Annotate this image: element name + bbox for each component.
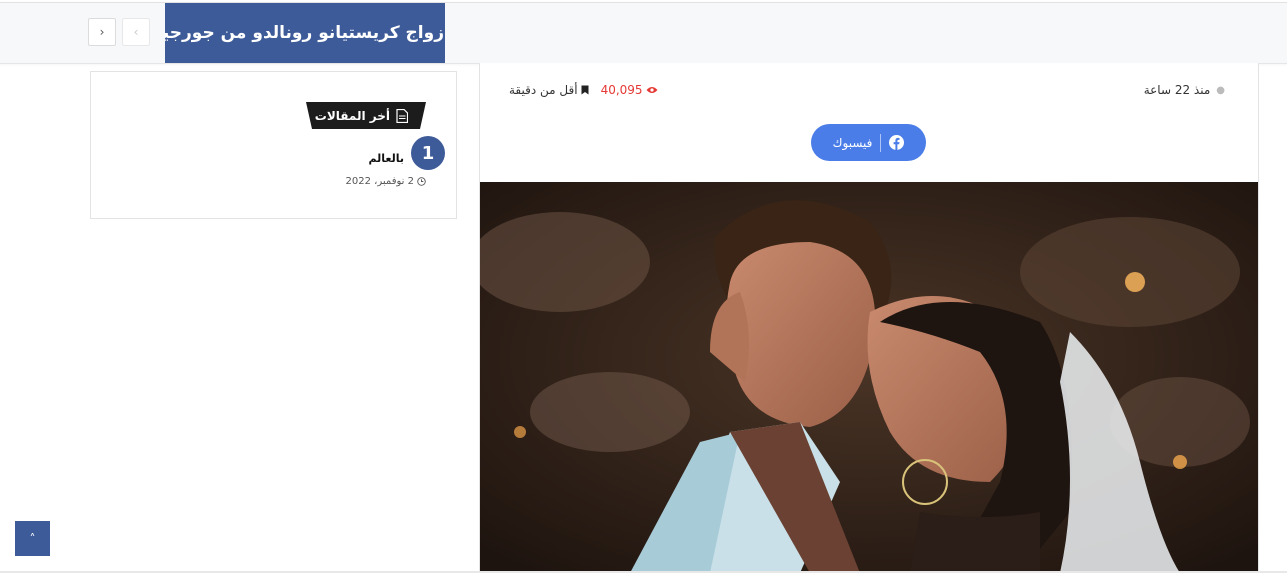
ticker-prev-button[interactable]: ‹ (122, 18, 150, 46)
bullet-icon: ● (1216, 84, 1225, 96)
ticker-next-button[interactable]: › (88, 18, 116, 46)
chevron-left-icon: ‹ (133, 25, 139, 39)
scroll-to-top-button[interactable]: ˄ (15, 521, 50, 556)
post-number-badge: 1 (411, 136, 445, 170)
latest-posts-widget: أخر المقالات 1 بالعالم 2 نوفمبر، 2022 (90, 71, 457, 219)
chevron-up-icon: ˄ (29, 531, 36, 546)
widget-title-text: أخر المقالات (314, 108, 390, 123)
ticker-headline[interactable]: زواج كريستيانو رونالدو من جورجينا سراً (165, 23, 445, 43)
facebook-icon (889, 135, 905, 150)
post-time: ● منذ 22 ساعة (1144, 83, 1225, 97)
post-time-text: منذ 22 ساعة (1143, 83, 1211, 97)
document-icon (396, 108, 408, 123)
post-title-link[interactable]: بالعالم (369, 152, 405, 165)
bookmark-icon (581, 85, 589, 95)
post-stats: 40,095 أقل من دقيقة (509, 83, 658, 97)
article-featured-image[interactable] (480, 182, 1258, 573)
news-ticker-bar: › ‹ زواج كريستيانو رونالدو من جورجينا سر… (0, 2, 1287, 64)
share-facebook-label: فيسبوك (832, 135, 873, 150)
chevron-right-icon: › (99, 25, 105, 39)
share-facebook-button[interactable]: فيسبوك (811, 124, 926, 161)
article-content: ● منذ 22 ساعة 40,095 أقل من دقيقة فيسبوك (479, 63, 1259, 573)
clock-icon (417, 177, 426, 186)
button-separator (880, 133, 882, 152)
post-date-text: 2 نوفمبر، 2022 (345, 176, 414, 187)
widget-title: أخر المقالات (306, 102, 426, 129)
post-date: 2 نوفمبر، 2022 (346, 176, 426, 187)
views-count-text: 40,095 (600, 83, 643, 97)
read-time: أقل من دقيقة (509, 83, 589, 97)
read-time-text: أقل من دقيقة (509, 83, 578, 97)
wedding-photo (480, 182, 1258, 573)
eye-icon (646, 87, 658, 93)
ticker-headline-box[interactable]: زواج كريستيانو رونالدو من جورجينا سراً (165, 3, 445, 63)
views-count: 40,095 (601, 83, 658, 97)
